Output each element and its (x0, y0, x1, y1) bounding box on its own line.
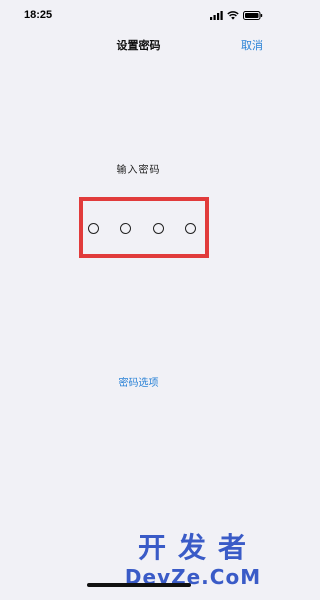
passcode-dot (88, 222, 99, 234)
passcode-dot (120, 222, 132, 234)
page-title: 设置密码 (116, 39, 161, 52)
passcode-options-link[interactable]: 密码选项 (0, 374, 277, 389)
status-icons (210, 10, 263, 20)
status-bar: 18:25 (0, 0, 277, 30)
home-indicator (87, 583, 191, 587)
battery-icon (243, 10, 263, 20)
passcode-input[interactable] (88, 220, 196, 236)
cancel-button[interactable]: 取消 (241, 37, 263, 53)
passcode-dot (184, 222, 196, 234)
watermark-line1: 开发者 (137, 531, 258, 564)
signal-icon (210, 10, 223, 20)
nav-bar: 设置密码 取消 (0, 30, 277, 60)
wifi-icon (227, 10, 239, 20)
passcode-dot (152, 222, 164, 234)
status-time: 18:25 (24, 9, 53, 21)
passcode-prompt: 输入密码 (116, 165, 161, 176)
